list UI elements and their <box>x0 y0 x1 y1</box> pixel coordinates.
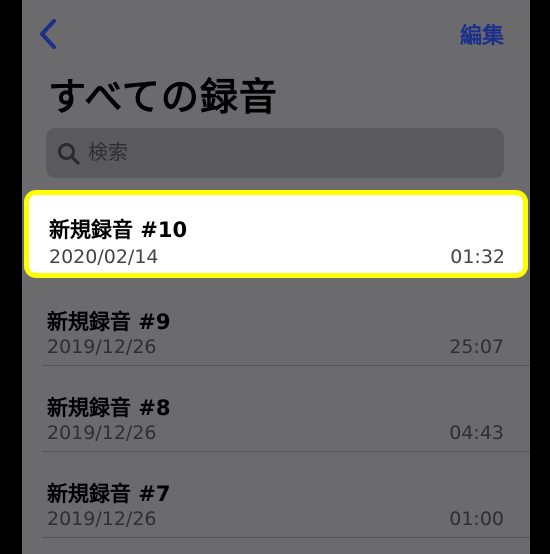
app-screen: 編集 すべての録音 新規録音 #10 2020/02/14 01:32 新規録音… <box>22 0 530 554</box>
recording-row[interactable]: 新規録音 #7 2019/12/26 01:00 <box>22 452 530 538</box>
search-icon <box>58 143 80 165</box>
navigation-bar: 編集 <box>22 0 530 60</box>
recording-row[interactable]: 新規録音 #10 2020/02/14 01:32 <box>24 190 528 278</box>
recording-row[interactable]: 新規録音 #9 2019/12/26 25:07 <box>22 280 530 366</box>
recording-duration: 01:32 <box>450 246 505 268</box>
recording-date: 2019/12/26 <box>47 336 157 358</box>
recordings-list: 新規録音 #10 2020/02/14 01:32 新規録音 #9 2019/1… <box>22 186 530 538</box>
recording-date: 2019/12/26 <box>47 422 157 444</box>
recording-duration: 04:43 <box>449 422 504 444</box>
recording-duration: 01:00 <box>449 508 504 530</box>
back-button[interactable] <box>34 16 64 52</box>
recording-date: 2019/12/26 <box>47 508 157 530</box>
search-bar[interactable] <box>46 128 504 178</box>
recording-name: 新規録音 #10 <box>49 218 188 242</box>
recording-name: 新規録音 #9 <box>47 310 171 334</box>
recording-name: 新規録音 #8 <box>47 396 171 420</box>
edit-button[interactable]: 編集 <box>460 18 504 50</box>
recording-name: 新規録音 #7 <box>47 482 171 506</box>
recording-duration: 25:07 <box>449 336 504 358</box>
chevron-left-icon <box>40 19 56 49</box>
search-input[interactable] <box>88 140 468 164</box>
recording-row[interactable]: 新規録音 #8 2019/12/26 04:43 <box>22 366 530 452</box>
row-divider <box>42 537 530 538</box>
recording-date: 2020/02/14 <box>49 246 159 268</box>
page-title: すべての録音 <box>48 75 278 119</box>
